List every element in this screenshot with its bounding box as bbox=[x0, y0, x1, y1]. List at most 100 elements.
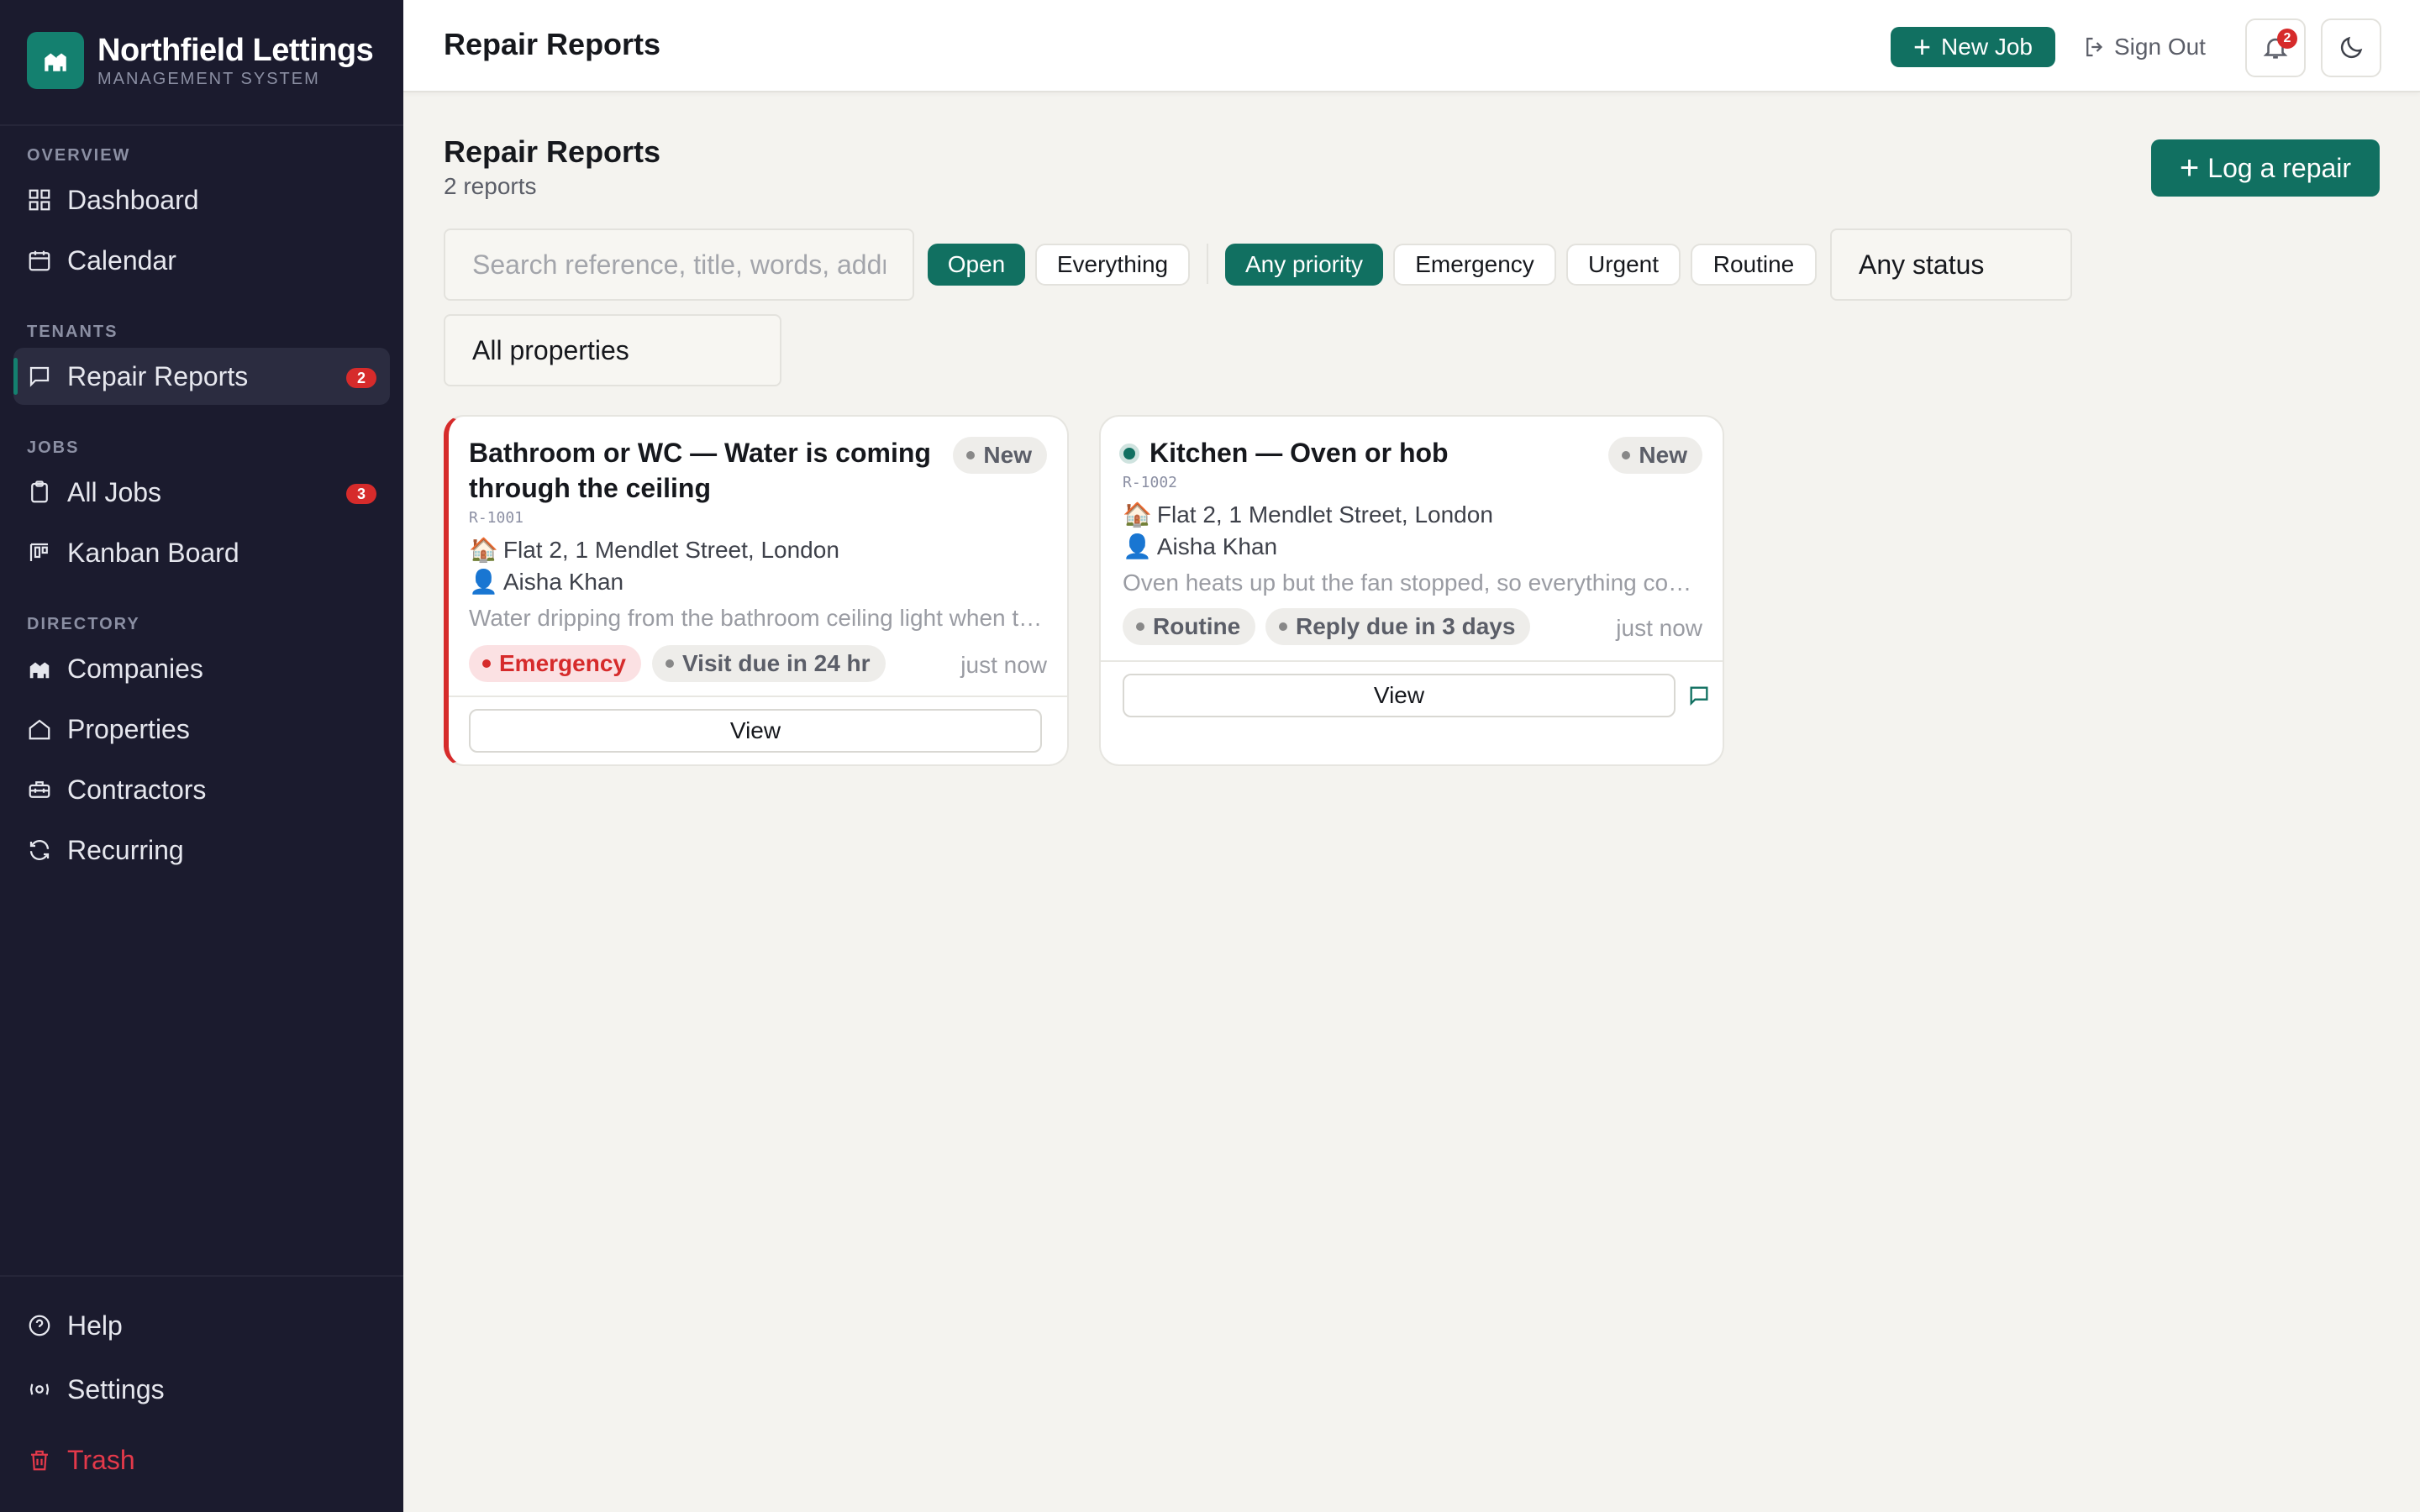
report-reference: R-1002 bbox=[1123, 474, 1178, 491]
divider bbox=[0, 124, 403, 126]
status-dot bbox=[1622, 451, 1631, 459]
due-label: Visit due in 24 hr bbox=[682, 650, 871, 676]
settings-icon bbox=[27, 1377, 52, 1402]
sidebar-item-recurring[interactable]: Recurring bbox=[13, 822, 390, 879]
filter-emergency[interactable]: Emergency bbox=[1393, 244, 1556, 286]
sidebar-item-properties[interactable]: Properties bbox=[13, 701, 390, 758]
filter-any-priority[interactable]: Any priority bbox=[1225, 244, 1383, 286]
help-icon bbox=[27, 1313, 52, 1338]
log-repair-label: Log a repair bbox=[2207, 152, 2352, 183]
report-tenant: 👤 Aisha Khan bbox=[469, 568, 623, 596]
grid-icon bbox=[27, 187, 52, 213]
priority-dot bbox=[1136, 622, 1144, 631]
due-badge: Reply due in 3 days bbox=[1265, 608, 1531, 645]
theme-toggle-button[interactable] bbox=[2321, 18, 2381, 77]
new-job-button[interactable]: + New Job bbox=[1891, 27, 2055, 67]
report-time: just now bbox=[1616, 615, 1702, 641]
sign-out-icon bbox=[2086, 37, 2103, 57]
trash-icon bbox=[27, 1447, 52, 1473]
address-text: Flat 2, 1 Mendlet Street, London bbox=[1156, 501, 1493, 528]
report-title: Kitchen — Oven or hob bbox=[1150, 438, 1449, 468]
filter-routine[interactable]: Routine bbox=[1691, 244, 1817, 286]
card-divider bbox=[1101, 660, 1723, 662]
sidebar-item-trash[interactable]: Trash bbox=[13, 1431, 390, 1488]
report-card[interactable]: Kitchen — Oven or hob New R-1002 🏠 Flat 2… bbox=[1099, 415, 1724, 766]
sidebar-item-help[interactable]: Help bbox=[13, 1297, 390, 1354]
search-input[interactable] bbox=[444, 228, 914, 301]
person-icon: 👤 bbox=[1123, 533, 1152, 559]
address-text: Flat 2, 1 Mendlet Street, London bbox=[502, 537, 839, 563]
priority-badge: Routine bbox=[1123, 608, 1256, 645]
log-repair-button[interactable]: + Log a repair bbox=[2151, 139, 2380, 197]
tenant-text: Aisha Khan bbox=[1156, 533, 1278, 559]
plus-icon: + bbox=[2179, 150, 2200, 186]
report-count: 2 reports bbox=[444, 173, 537, 199]
notifications-button[interactable]: 2 bbox=[2245, 18, 2306, 77]
count-badge: 2 bbox=[346, 368, 376, 388]
report-title-line: Bathroom or WC — Water is coming bbox=[469, 438, 931, 468]
brand[interactable]: Northfield Lettings MANAGEMENT SYSTEM bbox=[27, 32, 374, 89]
view-button[interactable]: View bbox=[1123, 674, 1676, 717]
due-dot bbox=[1279, 622, 1287, 631]
property-select[interactable]: All properties bbox=[444, 314, 781, 386]
view-button[interactable]: View bbox=[469, 709, 1042, 753]
sidebar-item-calendar[interactable]: Calendar bbox=[13, 232, 390, 289]
sidebar-item-label: Kanban Board bbox=[67, 537, 239, 568]
filter-urgent[interactable]: Urgent bbox=[1566, 244, 1681, 286]
message-icon[interactable] bbox=[1687, 684, 1711, 707]
report-card[interactable]: Bathroom or WC — Water is coming through… bbox=[444, 415, 1069, 766]
house-icon: 🏠 bbox=[469, 537, 498, 563]
priority-badge: Emergency bbox=[469, 645, 641, 682]
sidebar-item-dashboard[interactable]: Dashboard bbox=[13, 171, 390, 228]
priority-dot bbox=[482, 659, 491, 668]
sidebar-item-label: All Jobs bbox=[67, 476, 162, 507]
toolbox-icon bbox=[27, 777, 52, 802]
topbar: Repair Reports + New Job Sign Out 2 bbox=[403, 0, 2420, 92]
sign-out-button[interactable]: Sign Out bbox=[2082, 27, 2206, 67]
sidebar: Northfield Lettings MANAGEMENT SYSTEM OV… bbox=[0, 0, 403, 1512]
sidebar-item-companies[interactable]: Companies bbox=[13, 640, 390, 697]
priority-label: Routine bbox=[1153, 613, 1241, 639]
status-badge: New bbox=[1608, 437, 1702, 474]
sidebar-item-label: Repair Reports bbox=[67, 360, 249, 391]
card-divider bbox=[449, 696, 1067, 697]
sidebar-item-repair-reports[interactable]: Repair Reports 2 bbox=[13, 348, 390, 405]
page-title: Repair Reports bbox=[444, 134, 661, 169]
status-badge: New bbox=[953, 437, 1047, 474]
filter-everything[interactable]: Everything bbox=[1035, 244, 1190, 286]
sidebar-item-kanban-board[interactable]: Kanban Board bbox=[13, 524, 390, 581]
count-badge: 3 bbox=[346, 484, 376, 504]
sidebar-item-label: Help bbox=[67, 1310, 123, 1341]
filter-open[interactable]: Open bbox=[928, 244, 1025, 286]
report-title: Bathroom or WC — Water is coming through… bbox=[469, 435, 931, 506]
report-time: just now bbox=[960, 652, 1047, 678]
priority-label: Emergency bbox=[499, 650, 626, 676]
status-select[interactable]: Any status bbox=[1830, 228, 2072, 301]
status-label: New bbox=[983, 442, 1032, 468]
section-label-jobs: JOBS bbox=[27, 438, 80, 457]
person-icon: 👤 bbox=[469, 569, 498, 595]
report-title-line: through the ceiling bbox=[469, 473, 711, 503]
status-dot bbox=[966, 451, 976, 459]
sidebar-item-label: Calendar bbox=[67, 244, 176, 276]
report-reference: R-1001 bbox=[469, 509, 524, 527]
buildings-logo-icon bbox=[27, 32, 84, 89]
report-address: 🏠 Flat 2, 1 Mendlet Street, London bbox=[469, 536, 839, 564]
sidebar-item-label: Dashboard bbox=[67, 184, 199, 215]
section-label-overview: OVERVIEW bbox=[27, 146, 131, 165]
topbar-title: Repair Reports bbox=[444, 27, 661, 61]
sidebar-item-contractors[interactable]: Contractors bbox=[13, 761, 390, 818]
due-label: Reply due in 3 days bbox=[1296, 613, 1516, 639]
plus-icon: + bbox=[1913, 29, 1932, 64]
sidebar-item-label: Trash bbox=[67, 1444, 135, 1475]
sidebar-item-settings[interactable]: Settings bbox=[13, 1361, 390, 1418]
brand-subtitle: MANAGEMENT SYSTEM bbox=[97, 70, 320, 88]
sidebar-item-all-jobs[interactable]: All Jobs 3 bbox=[13, 464, 390, 521]
notification-count-badge: 2 bbox=[2277, 29, 2297, 49]
buildings-icon bbox=[27, 656, 52, 681]
report-tenant: 👤 Aisha Khan bbox=[1123, 533, 1277, 560]
new-job-label: New Job bbox=[1941, 34, 2033, 60]
sidebar-item-label: Contractors bbox=[67, 774, 207, 805]
sidebar-item-label: Properties bbox=[67, 713, 190, 744]
moon-icon bbox=[2340, 36, 2363, 59]
